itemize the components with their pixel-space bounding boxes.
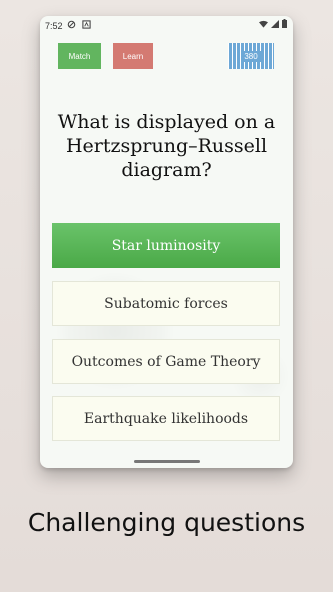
score-badge[interactable]: 380 — [228, 43, 274, 69]
signal-icon — [271, 19, 279, 28]
answer-option-1[interactable]: Star luminosity — [52, 223, 280, 268]
learn-button[interactable]: Learn — [113, 43, 153, 69]
question-text: What is displayed on a Hertzsprung–Russe… — [57, 111, 276, 181]
wifi-icon — [259, 20, 268, 28]
notification-icon — [82, 20, 91, 29]
status-bar: 7:52 — [40, 16, 293, 36]
shield-icon — [67, 20, 76, 29]
answer-option-3[interactable]: Outcomes of Game Theory — [52, 339, 280, 384]
battery-icon — [282, 19, 287, 28]
score-value: 380 — [241, 50, 261, 62]
phone-screen: 7:52 Match Learn 380 What is displayed o… — [40, 16, 293, 468]
answer-option-4[interactable]: Earthquake likelihoods — [52, 396, 280, 441]
answer-option-2[interactable]: Subatomic forces — [52, 281, 280, 326]
status-time: 7:52 — [45, 21, 63, 31]
match-button[interactable]: Match — [58, 43, 101, 69]
home-indicator[interactable] — [134, 460, 200, 463]
promo-caption: Challenging questions — [27, 508, 306, 537]
